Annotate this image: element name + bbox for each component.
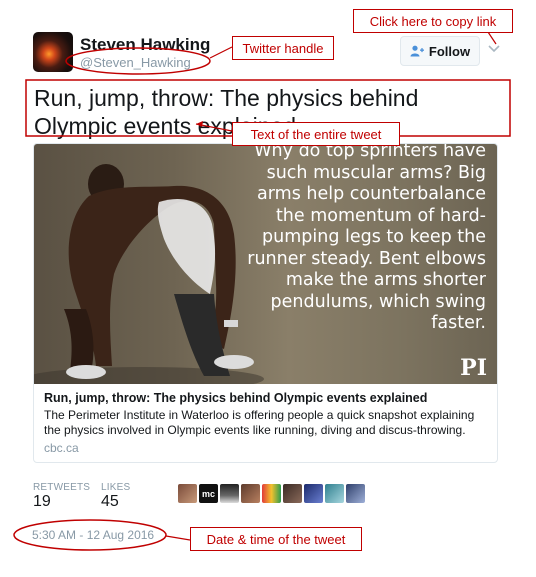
author-avatar[interactable] — [33, 32, 73, 72]
card-description: The Perimeter Institute in Waterloo is o… — [44, 408, 475, 437]
pi-logo: PI — [460, 355, 487, 381]
tweet-timestamp[interactable]: 5:30 AM - 12 Aug 2016 — [32, 528, 154, 542]
likes-stat[interactable]: LIKES 45 — [101, 482, 130, 511]
author-handle[interactable]: @Steven_Hawking — [80, 55, 191, 70]
retweets-stat[interactable]: RETWEETS 19 — [33, 482, 90, 511]
liker-avatar[interactable] — [241, 484, 260, 503]
annotation-datetime: Date & time of the tweet — [190, 527, 362, 551]
retweets-label: RETWEETS — [33, 482, 91, 493]
chevron-down-icon[interactable] — [486, 40, 502, 56]
likes-label: LIKES — [101, 482, 131, 493]
annotation-twitter-handle: Twitter handle — [232, 36, 334, 60]
liker-avatar[interactable] — [283, 484, 302, 503]
add-user-icon — [410, 45, 424, 57]
liker-avatar[interactable]: mc — [199, 484, 218, 503]
card-image[interactable]: Why do top sprinters have such muscular … — [34, 144, 497, 384]
liker-avatar[interactable] — [262, 484, 281, 503]
annotation-tweet-text: Text of the entire tweet — [232, 122, 400, 146]
card-domain[interactable]: cbc.ca — [44, 441, 79, 455]
follow-button[interactable]: Follow — [400, 36, 480, 66]
card-title[interactable]: Run, jump, throw: The physics behind Oly… — [44, 391, 494, 405]
annotation-copy-link: Click here to copy link — [353, 9, 513, 33]
follow-button-label: Follow — [428, 43, 471, 59]
link-card[interactable]: Why do top sprinters have such muscular … — [33, 143, 498, 463]
likes-count: 45 — [101, 493, 119, 510]
card-image-quote: Why do top sprinters have such muscular … — [247, 144, 486, 333]
liker-avatar[interactable] — [178, 484, 197, 503]
liker-avatar[interactable] — [346, 484, 365, 503]
liker-avatars: mc — [178, 484, 365, 503]
liker-avatar[interactable] — [304, 484, 323, 503]
author-name[interactable]: Steven Hawking — [80, 35, 210, 55]
liker-avatar[interactable] — [325, 484, 344, 503]
retweets-count: 19 — [33, 493, 51, 510]
liker-avatar[interactable] — [220, 484, 239, 503]
